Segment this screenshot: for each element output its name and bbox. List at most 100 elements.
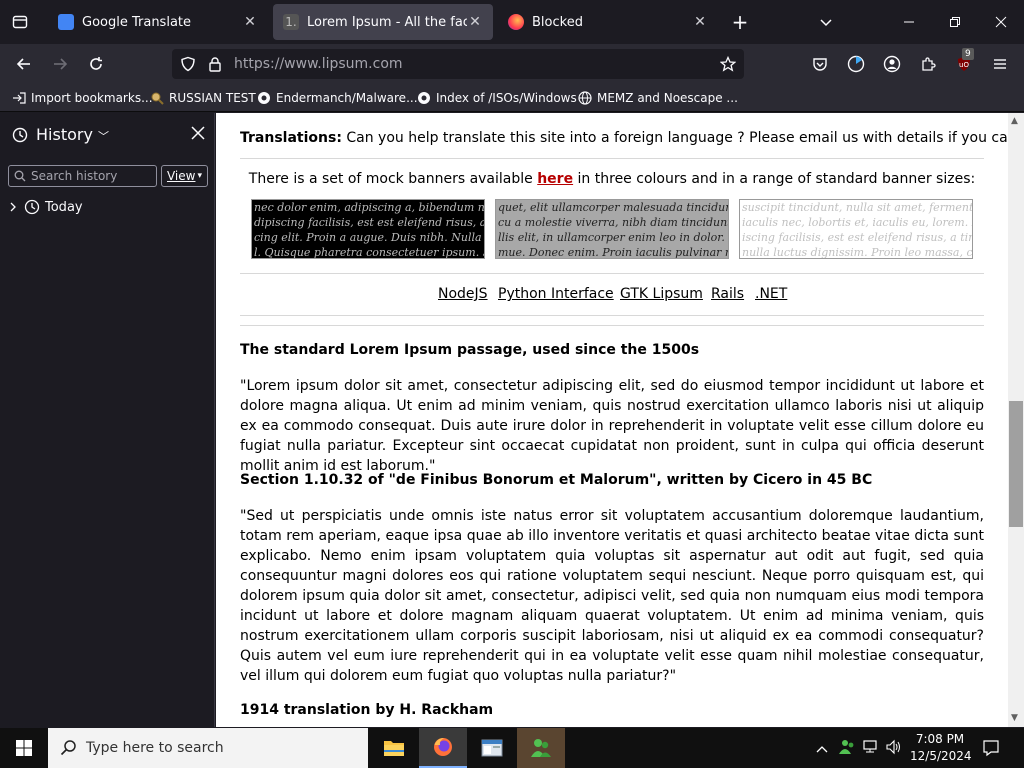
navigation-toolbar: https://www.lipsum.com uO 9: [0, 44, 1024, 84]
page-scrollbar[interactable]: ▲ ▼: [1008, 113, 1024, 727]
list-tabs-icon[interactable]: [814, 10, 838, 34]
divider: [240, 325, 984, 326]
network-icon[interactable]: [862, 739, 880, 759]
close-tab-icon[interactable]: ✕: [467, 14, 483, 30]
taskbar-search-box[interactable]: Type here to search: [48, 728, 368, 768]
scroll-down-icon[interactable]: ▼: [1011, 713, 1018, 723]
tab-google-translate[interactable]: Google Translate ✕: [48, 4, 268, 40]
history-group-today[interactable]: Today: [8, 199, 83, 215]
tab-strip: Google Translate ✕ 1. Lorem Ipsum - All …: [0, 0, 1024, 44]
reload-button[interactable]: [84, 52, 108, 76]
taskbar-clock[interactable]: 7:08 PM 12/5/2024: [910, 731, 972, 765]
link-dotnet[interactable]: .NET: [755, 286, 787, 302]
extensions-puzzle-icon[interactable]: [916, 52, 940, 76]
firefox-icon: [434, 738, 452, 756]
taskbar-green-app[interactable]: [517, 728, 565, 768]
tab-title: Blocked: [532, 14, 583, 30]
close-sidebar-button[interactable]: [190, 125, 208, 143]
green-people-icon: [531, 739, 551, 757]
pocket-icon[interactable]: [808, 52, 832, 76]
banner-white[interactable]: suscipit tincidunt, nulla sit amet, ferm…: [739, 199, 973, 259]
globe-icon: [578, 91, 592, 105]
heading-standard-passage: The standard Lorem Ipsum passage, used s…: [240, 342, 700, 358]
svg-text:uO: uO: [959, 61, 969, 69]
google-translate-icon: [58, 14, 74, 30]
clock-icon: [24, 199, 40, 215]
banners-here-link[interactable]: here: [537, 171, 573, 187]
banner-text-line: dipiscing facilisis, est est eleifend ri…: [254, 216, 484, 229]
link-python-interface[interactable]: Python Interface: [498, 286, 614, 302]
ublock-origin-icon[interactable]: uO 9: [952, 48, 976, 76]
bookmark-star-icon[interactable]: [716, 52, 740, 76]
banner-gray[interactable]: quet, elit ullamcorper malesuada tincidu…: [495, 199, 729, 259]
lock-icon[interactable]: [203, 52, 227, 76]
link-gtk-lipsum[interactable]: GTK Lipsum: [620, 286, 703, 302]
tab-overview-icon[interactable]: [8, 10, 32, 34]
url-text: https://www.lipsum.com: [234, 56, 403, 72]
view-menu-button[interactable]: View ▾: [161, 165, 208, 187]
clock-time: 7:08 PM: [915, 732, 965, 746]
url-bar[interactable]: https://www.lipsum.com: [172, 49, 744, 79]
banner-text-line: cu a molestie viverra, nibh diam tincidu…: [498, 216, 729, 229]
volume-icon[interactable]: [885, 739, 903, 759]
search-icon: [60, 740, 76, 756]
divider: [240, 273, 984, 274]
banner-text-line: nulla luctus dignissim. Proin leo massa,…: [742, 246, 973, 259]
import-icon: [13, 92, 26, 104]
banner-black[interactable]: nec dolor enim, adipiscing a, bibendum n…: [251, 199, 485, 259]
taskbar-firefox[interactable]: [419, 728, 467, 768]
banners-text-after: in three colours and in a range of stand…: [573, 171, 976, 187]
bookmark-memz[interactable]: MEMZ and Noescape ...: [578, 88, 738, 108]
back-button[interactable]: [12, 52, 36, 76]
forward-button[interactable]: [48, 52, 72, 76]
banner-text-line: l. Quisque pharetra consectetuer ipsum. …: [254, 246, 485, 259]
close-tab-icon[interactable]: ✕: [242, 14, 258, 30]
search-history-input[interactable]: Search history: [8, 165, 157, 187]
sidebar-title-button[interactable]: History ﹀: [36, 125, 109, 144]
bookmark-endermanch[interactable]: Endermanch/Malware...: [257, 88, 418, 108]
banner-text-line: mue. Donec enim. Proin iaculis pulvinar …: [498, 246, 729, 259]
scrollbar-thumb[interactable]: [1009, 401, 1023, 527]
magnifier-bookmark-icon: [151, 92, 164, 105]
banner-text-line: nec dolor enim, adipiscing a, bibendum n…: [254, 201, 485, 214]
taskbar-file-explorer[interactable]: [370, 728, 418, 768]
chevron-down-icon: ﹀: [98, 130, 110, 143]
restore-button[interactable]: [943, 10, 967, 34]
chevron-right-icon: [10, 202, 16, 212]
account-icon[interactable]: [880, 52, 904, 76]
tab-blocked[interactable]: Blocked ✕: [498, 4, 718, 40]
bookmark-label: MEMZ and Noescape ...: [597, 91, 738, 105]
close-tab-icon[interactable]: ✕: [692, 14, 708, 30]
tab-lorem-ipsum[interactable]: 1. Lorem Ipsum - All the facts - Li ✕: [273, 4, 493, 40]
minimize-button[interactable]: [897, 10, 921, 34]
taskbar-app-window[interactable]: [468, 728, 516, 768]
new-tab-button[interactable]: +: [728, 10, 752, 34]
link-rails[interactable]: Rails: [711, 286, 744, 302]
ublock-badge-count: 9: [962, 48, 974, 60]
bookmark-russian-test[interactable]: RUSSIAN TEST: [150, 88, 256, 108]
paragraph-sed-ut: "Sed ut perspiciatis unde omnis iste nat…: [240, 508, 984, 684]
scroll-up-icon[interactable]: ▲: [1011, 116, 1018, 126]
firefox-icon: [508, 14, 524, 30]
page-content: Translations: Can you help translate thi…: [216, 113, 1008, 727]
tab-title: Lorem Ipsum - All the facts - Li: [307, 14, 467, 30]
show-hidden-icons-chevron-icon[interactable]: [816, 740, 828, 759]
view-label: View: [166, 169, 196, 183]
translations-line: Translations: Can you help translate thi…: [240, 130, 1008, 146]
notifications-icon[interactable]: [982, 739, 1000, 761]
timer-extension-icon[interactable]: [844, 52, 868, 76]
link-nodejs[interactable]: NodeJS: [438, 286, 488, 302]
lipsum-favicon-icon: 1.: [283, 14, 299, 30]
bookmark-import[interactable]: Import bookmarks...: [12, 88, 153, 108]
search-icon: [14, 170, 26, 182]
start-button[interactable]: [0, 728, 48, 768]
close-window-button[interactable]: [989, 10, 1013, 34]
bookmark-index-isos[interactable]: Index of /ISOs/Windows: [417, 88, 577, 108]
tray-green-people-icon[interactable]: [838, 738, 856, 760]
windows-taskbar: Type here to search 7:08 PM 12/5/2024: [0, 728, 1024, 768]
banner-text-line: llis elit, in ullamcorper enim leo in do…: [498, 231, 729, 244]
bookmarks-toolbar: Import bookmarks... RUSSIAN TEST Enderma…: [0, 84, 1024, 112]
menu-hamburger-icon[interactable]: [988, 52, 1012, 76]
chrome-globe-icon: [418, 92, 430, 104]
tracking-protection-shield-icon[interactable]: [176, 52, 200, 76]
